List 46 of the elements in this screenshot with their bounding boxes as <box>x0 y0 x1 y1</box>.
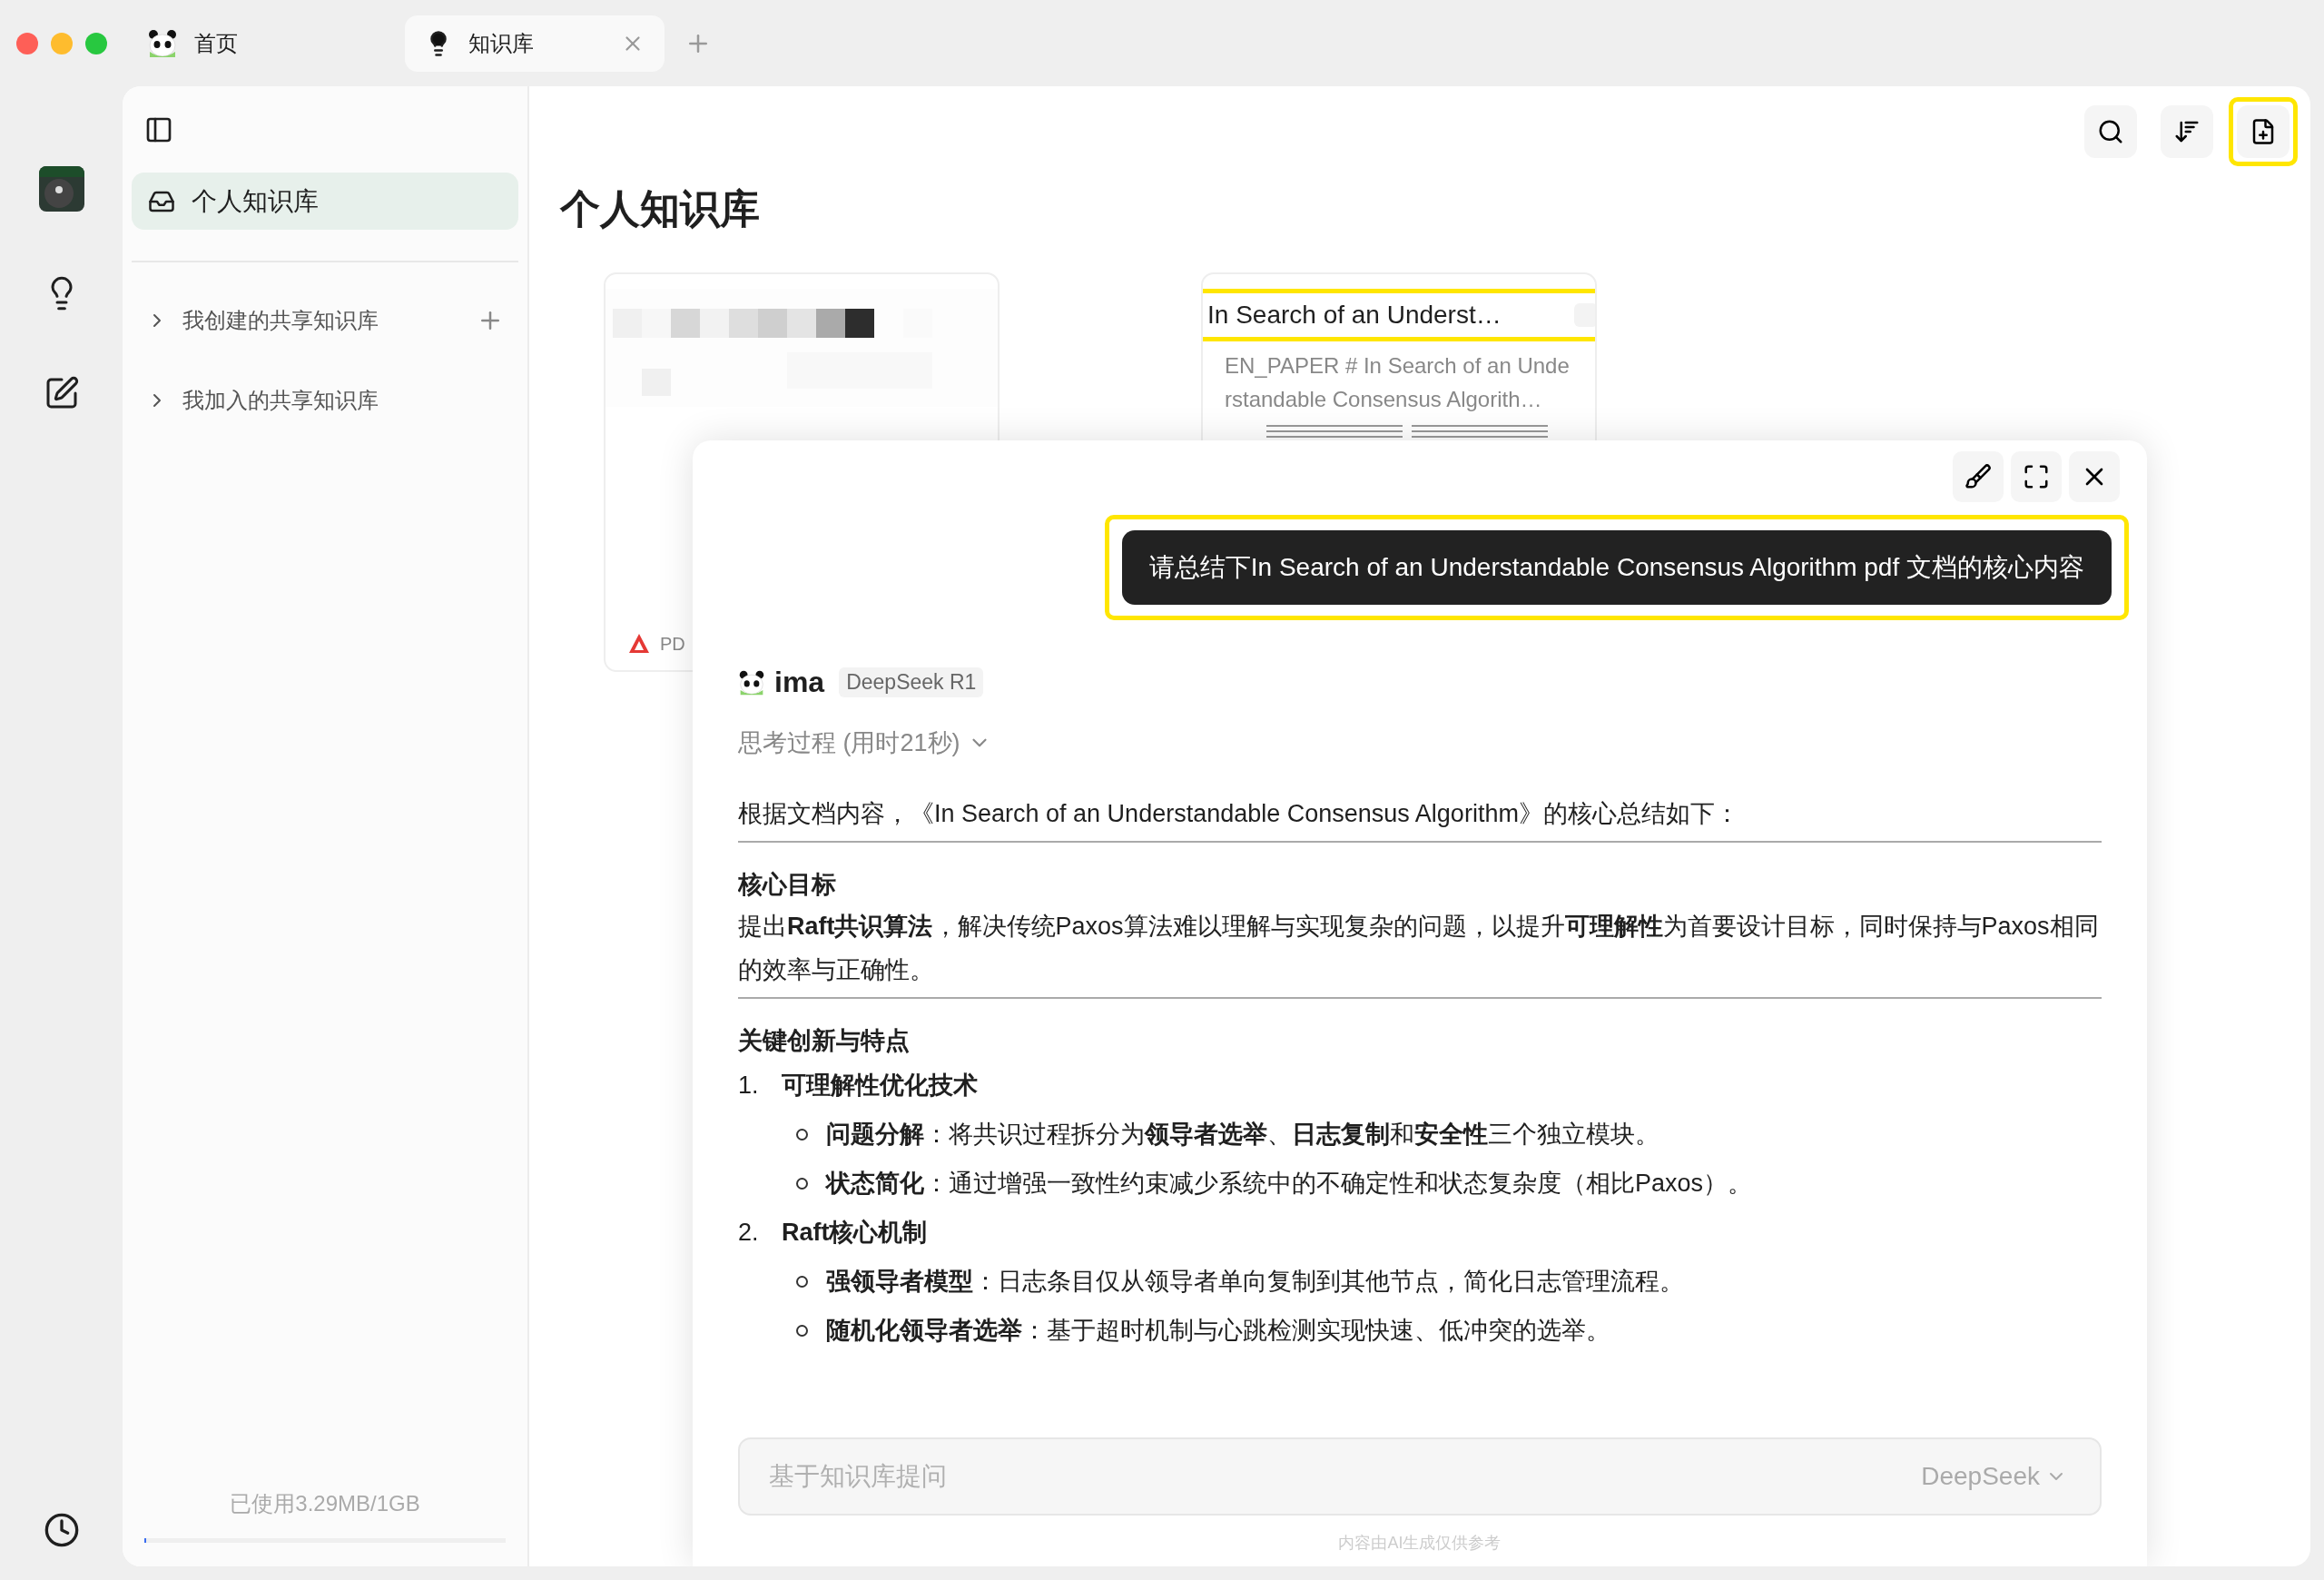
storage-usage-text: 已使用3.29MB/1GB <box>230 1490 420 1517</box>
group-label[interactable]: 我加入的共享知识库 <box>182 386 504 415</box>
bullet-icon <box>796 1128 808 1141</box>
clock-icon[interactable] <box>43 1512 80 1548</box>
panda-icon <box>738 668 765 696</box>
expand-icon <box>2023 463 2050 490</box>
list-heading: 可理解性优化技术 <box>782 1071 978 1101</box>
bullet-icon <box>796 1275 808 1288</box>
brush-icon <box>1965 463 1992 490</box>
close-button[interactable] <box>2069 451 2120 502</box>
clear-button[interactable] <box>1953 451 2004 502</box>
answer-heading: 核心目标 <box>738 870 837 900</box>
search-button[interactable] <box>2084 105 2137 158</box>
bullet-icon <box>796 1324 808 1337</box>
question-bubble: 请总结下In Search of an Understandable Consensus Algorithm pdf 文档的核心内容 <box>1121 530 2112 605</box>
new-button[interactable] <box>2237 105 2290 158</box>
list-item: 状态简化：通过增强一致性约束减少系统中的不确定性和状态复杂度（相比Paxos）。 <box>826 1169 1753 1199</box>
answer-paragraph: 提出Raft共识算法，解决传统Paxos算法难以理解与实现复杂的问题，以提升可理解性为首要设计目标，同时保持与Paxos相同的效率与正确性。 <box>738 904 2102 999</box>
card-title: In Search of an Underst… <box>1206 301 1502 330</box>
model-badge: DeepSeek R1 <box>839 667 984 697</box>
pdf-icon <box>627 632 651 656</box>
list-item: 强领导者模型：日志条目仅从领导者单向复制到其他节点，简化日志管理流程。 <box>826 1267 1684 1297</box>
tab[interactable]: 首页 <box>127 15 258 72</box>
answer-heading: 关键创新与特点 <box>738 1026 911 1056</box>
search-icon <box>2097 118 2124 145</box>
list-number: 2. <box>738 1218 760 1248</box>
panda-icon <box>147 27 178 59</box>
sidebar-item[interactable]: 个人知识库 <box>132 173 518 230</box>
list-item: 问题分解：将共识过程拆分为领导者选举、日志复制和安全性三个独立模块。 <box>826 1120 1659 1150</box>
list-item: 随机化领导者选举：基于超时机制与心跳检测实现快速、低冲突的选举。 <box>826 1316 1610 1346</box>
tab[interactable]: 知识库 <box>405 15 665 72</box>
list-heading: Raft核心机制 <box>782 1218 928 1248</box>
list-number: 1. <box>738 1071 760 1101</box>
bullet-icon <box>796 1177 808 1190</box>
page-title: 个人知识库 <box>560 185 761 232</box>
answer-paragraph: 根据文档内容，《In Search of an Understandable Consensus Algorithm》的核心总结如下： <box>738 792 2102 843</box>
tab-label: 知识库 <box>468 29 535 57</box>
sort-button[interactable] <box>2161 105 2213 158</box>
file-type-label: PD <box>660 633 685 655</box>
group-label[interactable]: 我创建的共享知识库 <box>182 306 462 335</box>
thinking-toggle[interactable]: 思考过程 (用时21秒) <box>738 726 2102 759</box>
expand-button[interactable] <box>2011 451 2062 502</box>
close-window-button[interactable] <box>16 32 38 54</box>
assistant-name: ima <box>774 666 825 699</box>
tab-label: 首页 <box>194 29 238 57</box>
card-excerpt: EN_PAPER # In Search of an Understandable Consensus Algorith… <box>1224 352 1571 413</box>
